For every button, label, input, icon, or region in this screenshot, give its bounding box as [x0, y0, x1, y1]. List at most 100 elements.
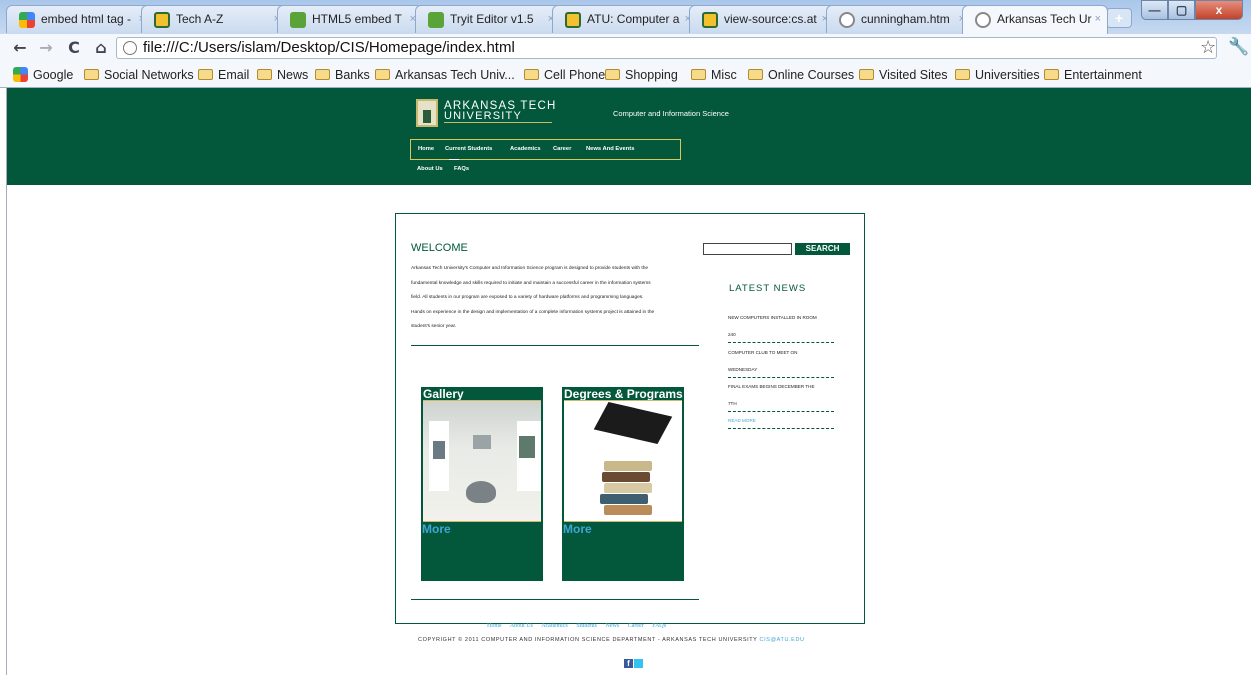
news-item[interactable]: FINAL EXAMS BEGINS DECEMBER THE: [728, 384, 815, 389]
google-icon: [13, 67, 28, 82]
gallery-card[interactable]: Gallery More: [421, 387, 543, 581]
close-window-button[interactable]: x: [1195, 0, 1243, 20]
nav-news-and-events[interactable]: News And Events: [586, 146, 634, 152]
atu-icon: [565, 12, 581, 28]
wrench-icon[interactable]: 🔧: [1228, 37, 1249, 57]
search-button[interactable]: SEARCH: [795, 243, 850, 255]
footer-link-about-us[interactable]: About Us: [510, 623, 533, 629]
news-item[interactable]: COMPUTER CLUB TO MEET ON: [728, 350, 797, 355]
welcome-heading: WELCOME: [411, 242, 468, 254]
bookmark-folder[interactable]: Email: [198, 67, 249, 83]
bookmark-folder[interactable]: Visited Sites: [859, 67, 948, 83]
reload-button[interactable]: C: [64, 38, 84, 58]
tab-title: view-source:cs.at: [724, 12, 817, 26]
bookmark-folder[interactable]: News: [257, 67, 308, 83]
site-header: ARKANSAS TECH UNIVERSITY Computer and In…: [7, 88, 1251, 185]
gallery-more-link[interactable]: More: [422, 522, 451, 536]
folder-icon: [691, 69, 706, 80]
web-page: ARKANSAS TECH UNIVERSITY Computer and In…: [6, 88, 1251, 675]
folder-icon: [315, 69, 330, 80]
search-input[interactable]: [703, 243, 792, 255]
tab-arkansas-tech[interactable]: Arkansas Tech Ur ×: [962, 5, 1108, 34]
folder-icon: [955, 69, 970, 80]
bookmark-folder[interactable]: Shopping: [605, 67, 678, 83]
book: [600, 494, 648, 504]
tab-tech-az[interactable]: Tech A-Z ×: [141, 5, 287, 33]
graduation-image[interactable]: [564, 400, 682, 522]
gallery-image[interactable]: [423, 400, 541, 522]
page-icon: [123, 41, 137, 55]
footer-link-news[interactable]: News: [606, 623, 620, 629]
facebook-icon[interactable]: f: [624, 659, 633, 668]
tab-html5-embed[interactable]: HTML5 embed T ×: [277, 5, 423, 33]
footer-link-faqs[interactable]: FAQs: [652, 623, 666, 629]
bookmark-folder[interactable]: Social Networks: [84, 67, 194, 83]
divider: [411, 345, 699, 346]
book: [604, 483, 652, 493]
tab-embed-html[interactable]: embed html tag - ×: [6, 5, 152, 33]
minimize-button[interactable]: —: [1141, 0, 1168, 20]
tab-title: cunningham.htm: [861, 12, 950, 26]
bookmark-star-icon[interactable]: ☆: [1200, 37, 1216, 58]
address-bar[interactable]: file:///C:/Users/islam/Desktop/CIS/Homep…: [116, 37, 1217, 59]
content-panel: WELCOME Arkansas Tech University's Compu…: [395, 213, 865, 624]
back-button[interactable]: ←: [10, 38, 30, 58]
folder-icon: [605, 69, 620, 80]
degrees-card[interactable]: Degrees & Programs More: [562, 387, 684, 581]
department-name: Computer and Information Science: [613, 109, 729, 118]
intro-text-line: field. All students in our program are e…: [411, 295, 644, 300]
painting: [519, 436, 535, 458]
tab-strip: embed html tag - × Tech A-Z × HTML5 embe…: [0, 0, 1251, 34]
bookmark-folder[interactable]: Universities: [955, 67, 1040, 83]
read-more-link[interactable]: READ MORE: [728, 418, 756, 423]
footer-email-link[interactable]: CIS@ATU.EDU: [760, 637, 805, 643]
tab-cunningham[interactable]: cunningham.htm ×: [826, 5, 972, 33]
tab-tryit-editor[interactable]: Tryit Editor v1.5 ×: [415, 5, 561, 33]
new-tab-button[interactable]: +: [1106, 8, 1132, 28]
news-item[interactable]: WEDNESDAY: [728, 367, 757, 372]
university-logo-icon[interactable]: [416, 99, 438, 127]
tab-view-source[interactable]: view-source:cs.at ×: [689, 5, 835, 33]
dashed-divider: [728, 411, 834, 412]
news-item[interactable]: NEW COMPUTERS INSTALLED IN ROOM: [728, 315, 817, 320]
nav-home[interactable]: Home: [418, 146, 434, 152]
tab-title: Tryit Editor v1.5: [450, 12, 534, 26]
tab-title: embed html tag -: [41, 12, 132, 26]
bookmark-folder[interactable]: Cell Phone: [524, 67, 605, 83]
intro-text-line: student's senior year.: [411, 324, 457, 329]
intro-text-line: fundamental knowledge and skills require…: [411, 281, 651, 286]
folder-icon: [257, 69, 272, 80]
footer-link-career[interactable]: Career: [628, 623, 644, 629]
bookmark-google[interactable]: Google: [13, 67, 73, 83]
globe-icon: [975, 12, 991, 28]
nav-current-students[interactable]: Current Students: [445, 146, 492, 152]
tab-atu-computer[interactable]: ATU: Computer a ×: [552, 5, 698, 33]
tab-title: HTML5 embed T: [312, 12, 402, 26]
maximize-button[interactable]: ▢: [1168, 0, 1195, 20]
degrees-more-link[interactable]: More: [563, 522, 592, 536]
footer-link-students[interactable]: Students: [576, 623, 597, 629]
twitter-icon[interactable]: [634, 659, 643, 668]
footer-link-academics[interactable]: Academics: [541, 623, 568, 629]
bookmark-folder[interactable]: Misc: [691, 67, 737, 83]
bookmark-folder[interactable]: Entertainment: [1044, 67, 1142, 83]
news-item[interactable]: 7TH: [728, 401, 737, 406]
nav-career[interactable]: Career: [553, 146, 571, 152]
bookmark-folder[interactable]: Online Courses: [748, 67, 854, 83]
bookmark-folder[interactable]: Arkansas Tech Univ...: [375, 67, 515, 83]
news-item[interactable]: 240: [728, 332, 736, 337]
nav-about-us[interactable]: About Us: [417, 166, 443, 172]
graduation-cap: [593, 402, 673, 444]
nav-faqs[interactable]: FAQs: [454, 166, 469, 172]
home-button[interactable]: ⌂: [91, 38, 111, 58]
bookmark-folder[interactable]: Banks: [315, 67, 370, 83]
forward-button[interactable]: →: [36, 38, 56, 58]
degrees-title: Degrees & Programs: [564, 387, 683, 401]
nav-academics[interactable]: Academics: [510, 146, 541, 152]
copyright-notice: COPYRIGHT © 2011 COMPUTER AND INFORMATIO…: [418, 637, 805, 643]
close-icon[interactable]: ×: [1095, 6, 1101, 33]
folder-icon: [1044, 69, 1059, 80]
dashed-divider: [728, 342, 834, 343]
bookmarks-bar: Google Social Networks Email News Banks …: [0, 62, 1251, 88]
footer-link-home[interactable]: Home: [487, 623, 502, 629]
